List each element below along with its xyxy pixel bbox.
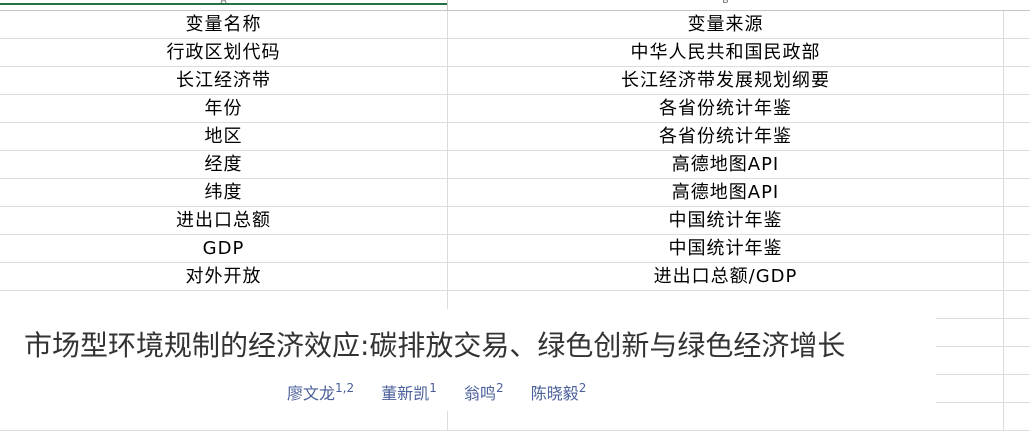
cell-a4[interactable]: 年份 [0, 95, 448, 122]
paper-header-overlay: 市场型环境规制的经济效应:碳排放交易、绿色创新与绿色经济增长 廖文龙1,2 董新… [0, 309, 936, 411]
column-header-a[interactable]: A [0, 0, 447, 5]
cell-a8[interactable]: 进出口总额 [0, 207, 448, 234]
author-link[interactable]: 陈晓毅2 [531, 382, 587, 406]
author-name: 董新凯 [381, 384, 430, 403]
cell-a7[interactable]: 纬度 [0, 179, 448, 206]
cell-c15[interactable] [1004, 403, 1030, 430]
cell-b8[interactable]: 中国统计年鉴 [448, 207, 1004, 234]
table-row: 变量名称 变量来源 [0, 11, 1030, 39]
cell-c11[interactable] [1004, 291, 1030, 318]
cell-a10[interactable]: 对外开放 [0, 263, 448, 290]
author-link[interactable]: 廖文龙1,2 [287, 382, 354, 406]
cell-c2[interactable] [1004, 39, 1030, 66]
cell-c14[interactable] [1004, 375, 1030, 402]
column-header-b[interactable]: B [448, 0, 1003, 5]
table-row: 行政区划代码 中华人民共和国民政部 [0, 39, 1030, 67]
table-row: 经度 高德地图API [0, 151, 1030, 179]
cell-c1[interactable] [1004, 11, 1030, 38]
author-affiliation: 1 [429, 381, 437, 395]
table-row: 长江经济带 长江经济带发展规划纲要 [0, 67, 1030, 95]
author-list: 廖文龙1,2 董新凯1 翁鸣2 陈晓毅2 [287, 382, 707, 406]
cell-a2[interactable]: 行政区划代码 [0, 39, 448, 66]
cell-a6[interactable]: 经度 [0, 151, 448, 178]
table-row: 地区 各省份统计年鉴 [0, 123, 1030, 151]
author-affiliation: 2 [578, 381, 587, 395]
author-name: 廖文龙 [287, 384, 336, 403]
cell-b4[interactable]: 各省份统计年鉴 [448, 95, 1004, 122]
cell-a9[interactable]: GDP [0, 235, 448, 262]
author-link[interactable]: 翁鸣2 [464, 382, 504, 406]
cell-b1[interactable]: 变量来源 [448, 11, 1004, 38]
cell-b9[interactable]: 中国统计年鉴 [448, 235, 1004, 262]
cell-c5[interactable] [1004, 123, 1030, 150]
table-row: 年份 各省份统计年鉴 [0, 95, 1030, 123]
cell-b5[interactable]: 各省份统计年鉴 [448, 123, 1004, 150]
paper-title: 市场型环境规制的经济效应:碳排放交易、绿色创新与绿色经济增长 [24, 329, 846, 362]
cell-b3[interactable]: 长江经济带发展规划纲要 [448, 67, 1004, 94]
author-name: 陈晓毅 [530, 384, 579, 403]
cell-c10[interactable] [1004, 263, 1030, 290]
cell-c8[interactable] [1004, 207, 1030, 234]
author-name: 翁鸣 [463, 384, 496, 403]
cell-a5[interactable]: 地区 [0, 123, 448, 150]
cell-b2[interactable]: 中华人民共和国民政部 [448, 39, 1004, 66]
column-header-row: A B [0, 0, 1030, 11]
cell-c12[interactable] [1004, 319, 1030, 346]
cell-c7[interactable] [1004, 179, 1030, 206]
table-row: 进出口总额 中国统计年鉴 [0, 207, 1030, 235]
cell-c3[interactable] [1004, 67, 1030, 94]
table-row: 纬度 高德地图API [0, 179, 1030, 207]
author-affiliation: 2 [495, 381, 504, 395]
author-affiliation: 1,2 [335, 381, 355, 395]
table-row: 对外开放 进出口总额/GDP [0, 263, 1030, 291]
cell-c6[interactable] [1004, 151, 1030, 178]
cell-c4[interactable] [1004, 95, 1030, 122]
cell-c9[interactable] [1004, 235, 1030, 262]
cell-b7[interactable]: 高德地图API [448, 179, 1004, 206]
cell-a3[interactable]: 长江经济带 [0, 67, 448, 94]
cell-b6[interactable]: 高德地图API [448, 151, 1004, 178]
author-link[interactable]: 董新凯1 [381, 382, 437, 406]
cell-c13[interactable] [1004, 347, 1030, 374]
cell-a1[interactable]: 变量名称 [0, 11, 448, 38]
cell-b10[interactable]: 进出口总额/GDP [448, 263, 1004, 290]
spreadsheet: A B 变量名称 变量来源 行政区划代码 中华人民共和国民政部 长江经济带 长江… [0, 0, 1030, 444]
table-row: GDP 中国统计年鉴 [0, 235, 1030, 263]
